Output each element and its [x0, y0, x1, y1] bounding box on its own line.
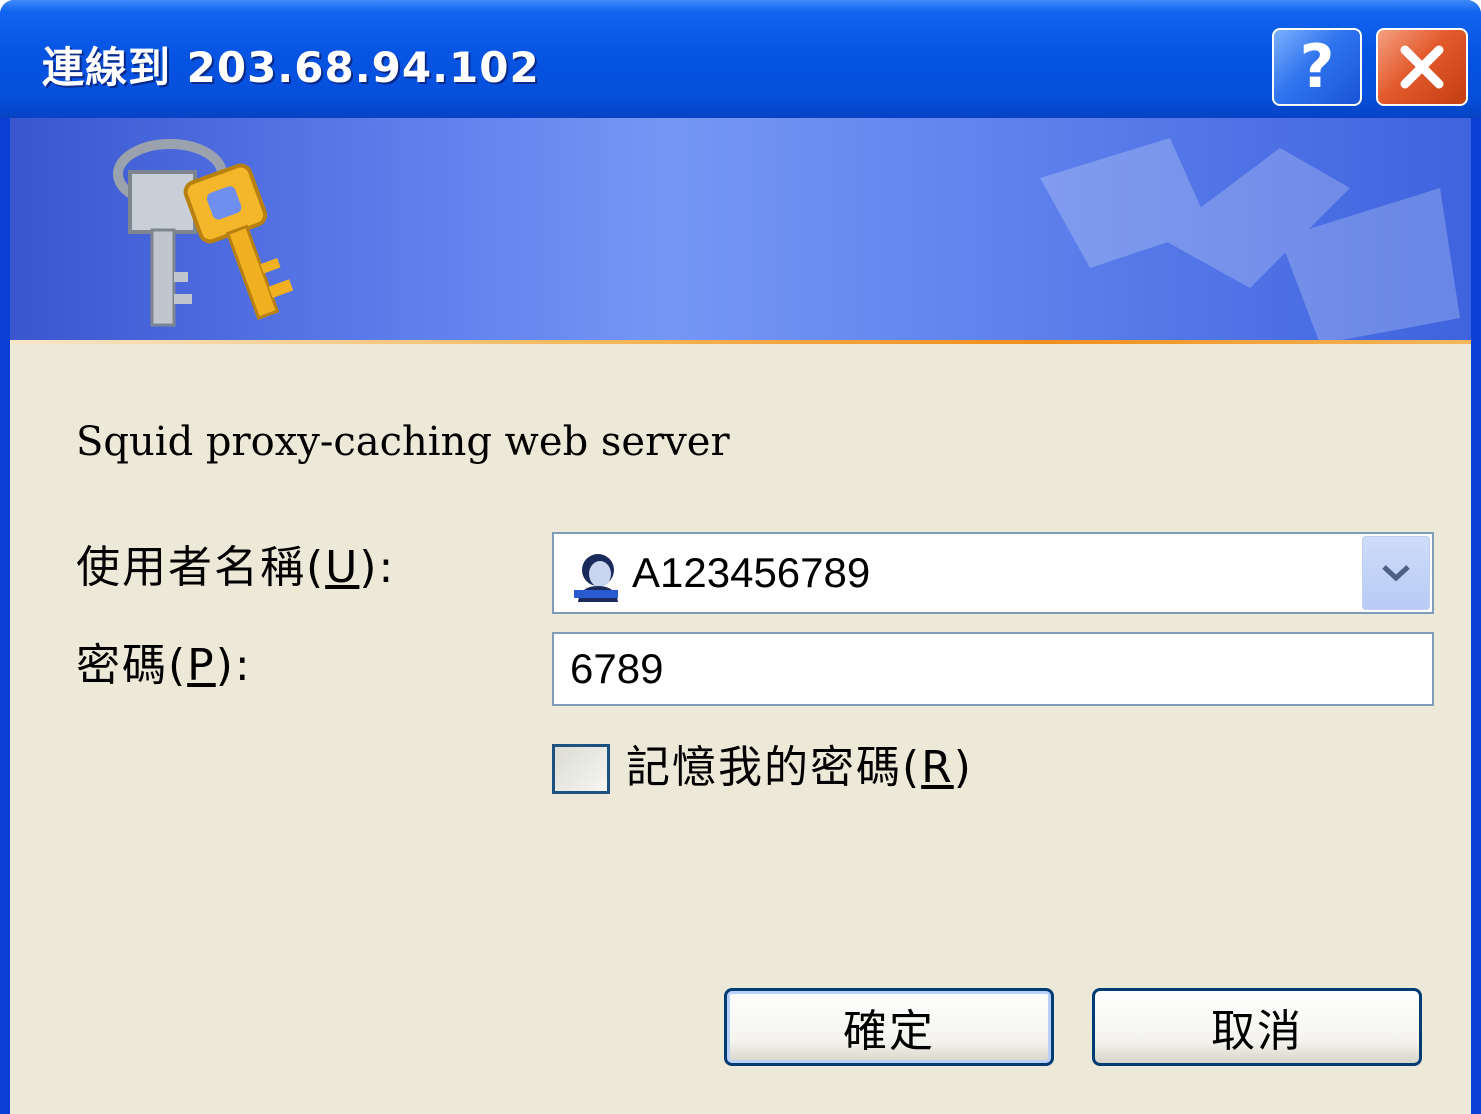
username-label-text: 使用者名稱 [76, 542, 306, 593]
window-title: 連線到 203.68.94.102 [42, 43, 540, 92]
password-label: 密碼(P): [76, 640, 252, 691]
username-label: 使用者名稱(U): [76, 542, 396, 593]
remember-password-checkbox[interactable] [552, 744, 610, 794]
banner [10, 118, 1471, 344]
login-dialog: 連線到 203.68.94.102 ? Squid proxy-caching … [0, 0, 1481, 1114]
close-button[interactable] [1376, 28, 1468, 106]
keys-watermark-icon [1040, 138, 1460, 344]
remember-password-label[interactable]: 記憶我的密碼(R) [626, 738, 973, 798]
username-value[interactable]: A123456789 [632, 534, 870, 612]
close-icon [1400, 45, 1444, 89]
cancel-button[interactable]: 取消 [1092, 988, 1422, 1066]
title-bar[interactable]: 連線到 203.68.94.102 ? [0, 0, 1481, 118]
password-label-text: 密碼 [76, 640, 168, 691]
realm-message: Squid proxy-caching web server [76, 419, 730, 465]
username-combobox[interactable]: A123456789 [552, 532, 1434, 614]
password-field[interactable]: 6789 [552, 632, 1434, 706]
username-accesskey: U [325, 542, 360, 593]
chevron-down-icon [1382, 565, 1410, 582]
dialog-body: Squid proxy-caching web server 使用者名稱(U):… [10, 118, 1471, 1114]
remember-label-text: 記憶我的密碼 [626, 742, 902, 793]
banner-accent-line [10, 340, 1471, 344]
help-button[interactable]: ? [1272, 28, 1362, 106]
ok-button[interactable]: 確定 [724, 988, 1054, 1066]
password-value[interactable]: 6789 [570, 634, 663, 704]
password-accesskey: P [187, 640, 216, 691]
username-dropdown-button[interactable] [1362, 536, 1430, 610]
remember-accesskey: R [921, 742, 954, 793]
keys-icon [113, 139, 294, 327]
user-avatar-icon [574, 554, 618, 602]
